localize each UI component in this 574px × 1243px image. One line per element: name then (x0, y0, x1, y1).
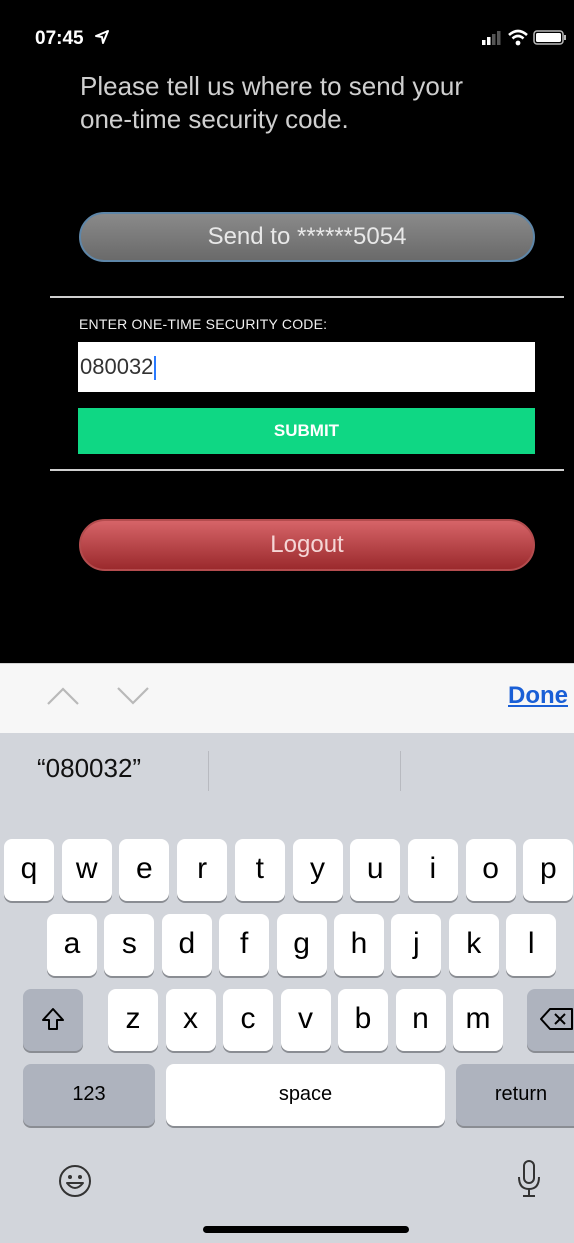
key-v[interactable]: v (280, 989, 331, 1051)
key-u[interactable]: u (350, 839, 401, 901)
chevron-down-icon[interactable] (116, 686, 150, 706)
key-s[interactable]: s (104, 914, 155, 976)
key-m[interactable]: m (453, 989, 503, 1051)
status-time: 07:45 (35, 28, 109, 50)
key-a[interactable]: a (47, 914, 97, 976)
key-h[interactable]: h (334, 914, 384, 976)
key-b[interactable]: b (338, 989, 388, 1051)
key-q[interactable]: q (4, 839, 54, 901)
space-key[interactable]: space (166, 1064, 445, 1126)
chevron-up-icon[interactable] (46, 686, 80, 706)
numbers-key[interactable]: 123 (23, 1064, 155, 1126)
key-f[interactable]: f (219, 914, 270, 976)
key-y[interactable]: y (292, 839, 343, 901)
security-code-input[interactable]: 080032 (78, 342, 535, 392)
delete-icon (540, 1008, 573, 1030)
logout-button[interactable]: Logout (79, 519, 535, 571)
send-code-button[interactable]: Send to ******5054 (79, 212, 535, 262)
suggestion-divider (400, 751, 401, 791)
security-code-label: ENTER ONE-TIME SECURITY CODE: (79, 316, 328, 332)
security-code-value: 080032 (80, 354, 154, 379)
keyboard: “080032” qwertyuiop asdfghjkl zxcvbnm 12… (0, 733, 574, 1243)
microphone-icon[interactable] (515, 1159, 543, 1199)
delete-key[interactable] (527, 989, 574, 1051)
key-j[interactable]: j (391, 914, 442, 976)
key-i[interactable]: i (407, 839, 458, 901)
key-g[interactable]: g (276, 914, 327, 976)
key-d[interactable]: d (161, 914, 212, 976)
key-p[interactable]: p (523, 839, 574, 901)
key-l[interactable]: l (506, 914, 557, 976)
status-time-text: 07:45 (35, 28, 84, 49)
emoji-icon[interactable] (58, 1164, 92, 1198)
key-w[interactable]: w (61, 839, 112, 901)
battery-icon (533, 30, 567, 45)
suggestion-divider (208, 751, 209, 791)
suggestion-item[interactable]: “080032” (37, 753, 141, 784)
send-code-prompt: Please tell us where to send your one-ti… (80, 71, 463, 134)
key-r[interactable]: r (177, 839, 228, 901)
key-z[interactable]: z (108, 989, 158, 1051)
key-o[interactable]: o (465, 839, 516, 901)
key-c[interactable]: c (223, 989, 273, 1051)
key-k[interactable]: k (448, 914, 499, 976)
shift-icon (42, 1008, 64, 1030)
key-e[interactable]: e (119, 839, 170, 901)
wifi-icon (508, 29, 528, 46)
location-arrow-icon (94, 30, 109, 44)
submit-button[interactable]: SUBMIT (78, 408, 535, 454)
key-x[interactable]: x (165, 989, 216, 1051)
return-key[interactable]: return (456, 1064, 574, 1126)
keyboard-toolbar: Done (0, 663, 574, 734)
key-t[interactable]: t (234, 839, 285, 901)
divider-bottom (50, 469, 564, 471)
status-bar: 07:45 (0, 0, 574, 70)
shift-key[interactable] (23, 989, 83, 1051)
key-n[interactable]: n (395, 989, 446, 1051)
home-indicator[interactable] (203, 1226, 409, 1233)
cellular-signal-icon (482, 31, 501, 45)
done-button[interactable]: Done (508, 682, 568, 710)
divider-top (50, 296, 564, 298)
text-caret (154, 356, 157, 381)
